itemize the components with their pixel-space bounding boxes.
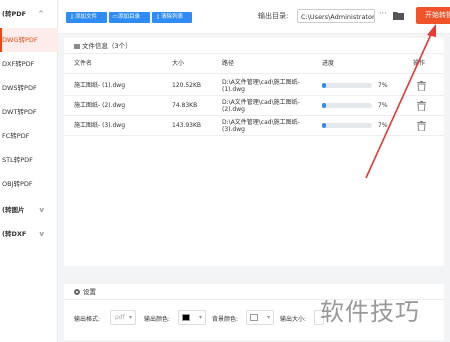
col-progress: 进度: [322, 60, 335, 67]
file-name: 施工图纸- (2).dwg: [74, 102, 126, 109]
chevron-down-icon: v: [39, 206, 44, 214]
progress-bar: [322, 83, 372, 88]
sidebar-item-label: DXF转PDF: [2, 60, 35, 68]
start-convert-button[interactable]: 开始转换: [416, 7, 450, 24]
add-folder-button[interactable]: ▭添加目录: [109, 12, 150, 23]
table-row[interactable]: 施工图纸- (1).dwg 120.52KB D:\A文件管理\cad\施工图纸…: [64, 76, 444, 96]
bg-color-label: 背景颜色:: [212, 316, 239, 323]
sidebar-item-label: STL转PDF: [2, 156, 33, 164]
progress-bar: [322, 103, 372, 108]
file-name: 施工图纸- (1).dwg: [74, 82, 126, 89]
progress-fill: [322, 83, 326, 88]
col-name: 文件名: [74, 60, 93, 67]
table-header: 文件名 大小 路径 进度 操作: [64, 54, 444, 74]
color-swatch: [182, 314, 190, 321]
open-folder-icon[interactable]: [393, 10, 404, 20]
progress-text: 7%: [378, 102, 388, 109]
col-action: 操作: [413, 60, 426, 67]
settings-title: 设置: [83, 288, 96, 296]
format-select[interactable]: pdf ▾: [110, 310, 136, 325]
add-folder-label: 添加目录: [118, 14, 141, 20]
gear-icon: [74, 289, 80, 295]
output-dir-input[interactable]: C:\Users\Administrator: [297, 9, 375, 23]
add-file-button[interactable]: ▯添加文件: [66, 12, 107, 23]
sidebar-item-label: (转图片: [2, 206, 25, 214]
chevron-down-icon: ▾: [128, 314, 132, 321]
file-path: D:\A文件管理\cad\施工图纸-(3).dwg: [222, 119, 300, 133]
file-size: 143.93KB: [172, 122, 202, 129]
delete-icon[interactable]: [417, 121, 426, 131]
sidebar-group-convert-image[interactable]: (转图片 v: [0, 198, 58, 222]
table-row[interactable]: 施工图纸- (3).dwg 143.93KB D:\A文件管理\cad\施工图纸…: [64, 116, 444, 136]
add-file-label: 添加文件: [75, 14, 98, 20]
sidebar-item-label: FC转PDF: [2, 132, 30, 140]
sidebar-item-label: (转PDF: [2, 10, 27, 18]
format-label: 输出格式:: [74, 316, 101, 323]
file-path: D:\A文件管理\cad\施工图纸-(2).dwg: [222, 99, 300, 113]
file-list-panel: 文件信息（3个） 文件名 大小 路径 进度 操作 施工图纸- (1).dwg 1…: [64, 38, 444, 266]
sidebar-group-convert-pdf[interactable]: (转PDF ^: [0, 2, 58, 26]
delete-icon[interactable]: [417, 101, 426, 111]
sidebar-item-dwg-to-pdf[interactable]: DWG转PDF: [0, 28, 58, 52]
sidebar-item-label: (转DXF: [2, 230, 27, 238]
color-select[interactable]: ▾: [178, 310, 206, 325]
more-options-button[interactable]: ···: [379, 9, 389, 18]
progress-fill: [322, 123, 326, 128]
delete-icon[interactable]: [417, 81, 426, 91]
file-info-icon: [74, 43, 80, 49]
table-row[interactable]: 施工图纸- (2).dwg 74.83KB D:\A文件管理\cad\施工图纸-…: [64, 96, 444, 116]
file-panel-title: 文件信息（3个）: [82, 42, 132, 50]
sidebar-item-obj-to-pdf[interactable]: OBJ转PDF: [0, 172, 58, 196]
progress-text: 7%: [378, 82, 388, 89]
col-path: 路径: [222, 60, 235, 67]
format-value: pdf: [115, 314, 125, 321]
progress-text: 7%: [378, 122, 388, 129]
clear-list-label: 清除列表: [161, 14, 184, 20]
sidebar-item-dxf-to-pdf[interactable]: DXF转PDF: [0, 52, 58, 76]
color-label: 输出颜色:: [144, 316, 171, 323]
clear-list-button[interactable]: ▯清除列表: [152, 12, 192, 23]
chevron-down-icon: v: [39, 230, 44, 238]
file-name: 施工图纸- (3).dwg: [74, 122, 126, 129]
sidebar-item-fc-to-pdf[interactable]: FC转PDF: [0, 124, 58, 148]
bg-color-swatch: [250, 314, 258, 321]
col-size: 大小: [172, 60, 185, 67]
file-panel-header: 文件信息（3个）: [64, 38, 444, 54]
progress-fill: [322, 103, 326, 108]
file-size: 74.83KB: [172, 102, 198, 109]
file-size: 120.52KB: [172, 82, 202, 89]
progress-bar: [322, 123, 372, 128]
output-dir-label: 输出目录:: [258, 12, 289, 20]
sidebar-item-dwt-to-pdf[interactable]: DWT转PDF: [0, 100, 58, 124]
bg-color-select[interactable]: ▾: [246, 310, 274, 325]
sidebar-item-dws-to-pdf[interactable]: DWS转PDF: [0, 76, 58, 100]
chevron-down-icon: ▾: [198, 314, 202, 321]
sidebar-item-label: DWS转PDF: [2, 84, 37, 92]
sidebar-item-label: DWG转PDF: [2, 36, 38, 44]
chevron-up-icon: ^: [38, 10, 44, 18]
sidebar-item-label: OBJ转PDF: [2, 180, 33, 188]
file-path: D:\A文件管理\cad\施工图纸-(1).dwg: [222, 79, 300, 93]
chevron-down-icon: ▾: [266, 314, 270, 321]
sidebar-item-stl-to-pdf[interactable]: STL转PDF: [0, 148, 58, 172]
sidebar: (转PDF ^ DWG转PDF DXF转PDF DWS转PDF DWT转PDF F…: [0, 0, 58, 342]
toolbar: ▯添加文件 ▭添加目录 ▯清除列表 输出目录: C:\Users\Adminis…: [58, 0, 450, 34]
sidebar-group-convert-dxf[interactable]: (转DXF v: [0, 222, 58, 246]
sidebar-item-label: DWT转PDF: [2, 108, 37, 116]
size-label: 输出大小:: [280, 316, 307, 323]
watermark: 软件技巧: [320, 298, 420, 326]
